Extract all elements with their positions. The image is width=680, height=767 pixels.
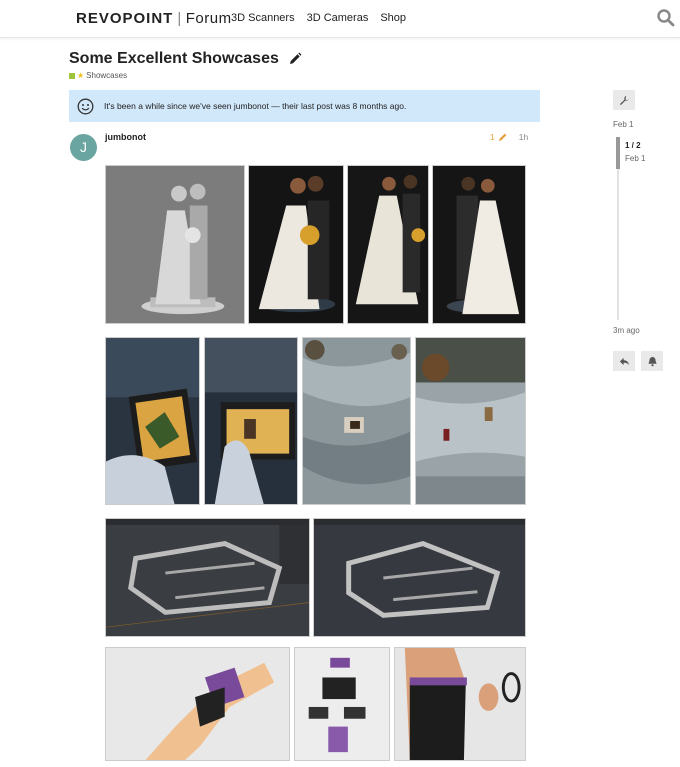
post-image-wedding-color-3[interactable] [432,165,526,324]
avatar[interactable]: J [70,134,97,161]
post-image-game-scene-2[interactable] [415,337,526,505]
edit-title-button[interactable] [288,52,302,66]
header-nav: 3D Scanners 3D Cameras Shop [231,12,406,24]
pencil-icon [290,52,302,64]
topic-title-row: Some Excellent Showcases [69,50,302,68]
nav-link-3d-scanners[interactable]: 3D Scanners [231,12,295,24]
admin-wrench-button[interactable] [613,90,635,110]
star-icon: ★ [77,71,85,80]
timeline-end-label[interactable]: 3m ago [613,326,640,335]
topic-title: Some Excellent Showcases [69,50,279,67]
logo-separator: | [177,10,182,27]
post-image-car-chassis-2[interactable] [313,518,526,637]
bell-icon [647,356,657,366]
reply-icon [619,357,629,365]
post-image-game-scene-1[interactable] [302,337,411,505]
site-header: REVOPOINT | Forum 3D Scanners 3D Cameras S… [0,0,680,38]
post-image-wedding-color-1[interactable] [248,165,344,324]
logo-section: Forum [185,10,232,27]
post-meta: 1 1h [490,132,528,142]
edit-count[interactable]: 1 [490,132,495,142]
post-image-wedding-color-2[interactable] [347,165,429,324]
nav-link-3d-cameras[interactable]: 3D Cameras [307,12,369,24]
timeline-handle[interactable] [616,137,620,169]
reply-button[interactable] [613,351,635,371]
category-color-square [69,72,75,79]
inactive-user-notice: It's been a while since we've seen jumbo… [69,90,540,122]
notice-text: It's been a while since we've seen jumbo… [104,101,407,111]
post-age[interactable]: 1h [519,132,528,142]
post-image-ar-phone-2[interactable] [204,337,298,505]
post-image-wrist-brace[interactable] [105,647,290,761]
post-image-leg-brace[interactable] [394,647,526,761]
site-logo[interactable]: REVOPOINT | Forum [76,10,232,27]
smile-icon [77,98,94,114]
search-button[interactable] [656,8,676,28]
timeline-position: 1 / 2 [625,141,641,150]
notification-bell-button[interactable] [641,351,663,371]
post-username[interactable]: jumbonot [105,132,146,142]
logo-brand: REVOPOINT [76,10,174,27]
timeline-position-date: Feb 1 [625,154,646,163]
category-label: Showcases [86,71,128,80]
post-image-wedding-gray-render[interactable] [105,165,245,324]
post-image-brace-exploded[interactable] [294,647,390,761]
nav-link-shop[interactable]: Shop [380,12,406,24]
timeline-start-date[interactable]: Feb 1 [613,120,633,129]
wrench-icon [619,95,629,105]
post-image-ar-phone-1[interactable] [105,337,200,505]
category-badge[interactable]: ★ Showcases [69,71,127,80]
search-icon [657,9,675,27]
pencil-icon[interactable] [498,132,508,142]
post-image-car-chassis-1[interactable] [105,518,310,637]
